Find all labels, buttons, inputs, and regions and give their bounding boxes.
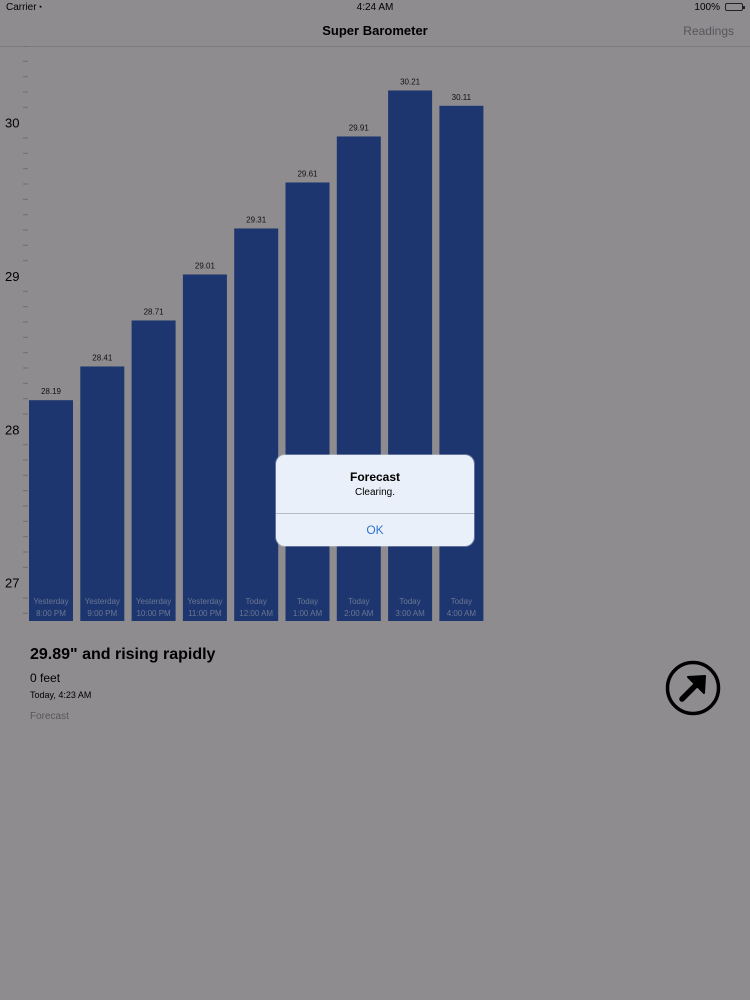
- bar-category-time: 1:00 AM: [293, 609, 323, 618]
- bar-category-day: Yesterday: [33, 597, 68, 606]
- chart-bar: [285, 182, 330, 621]
- y-tick-label: 28: [5, 422, 19, 437]
- altitude-reading: 0 feet: [30, 671, 61, 685]
- bar-value-label: 29.61: [297, 169, 318, 178]
- bar-value-label: 28.41: [92, 353, 113, 362]
- bar-category-day: Today: [246, 597, 267, 606]
- bar-value-label: 29.01: [195, 261, 216, 270]
- bar-category-day: Yesterday: [136, 597, 171, 606]
- forecast-link[interactable]: Forecast: [30, 711, 69, 722]
- bar-value-label: 30.21: [400, 77, 421, 86]
- bar-category-day: Today: [451, 597, 472, 606]
- battery-percent: 100%: [694, 2, 720, 13]
- page-title: Super Barometer: [322, 23, 428, 38]
- status-bar: Carrier ◔ 4:24 AM 100%: [0, 0, 750, 16]
- reading-timestamp: Today, 4:23 AM: [30, 690, 92, 700]
- status-time: 4:24 AM: [356, 2, 394, 13]
- bar-category-day: Today: [348, 597, 369, 606]
- bar-value-label: 29.31: [246, 215, 267, 224]
- bar-value-label: 29.91: [349, 123, 370, 132]
- chart-bar: [80, 366, 125, 621]
- navigation-bar: Super Barometer Readings: [0, 16, 750, 47]
- chart-bar: [131, 320, 176, 621]
- bar-category-time: 3:00 AM: [395, 609, 425, 618]
- y-tick-label: 30: [5, 116, 19, 131]
- bar-value-label: 30.11: [452, 93, 472, 102]
- alert-message: Clearing.: [354, 487, 396, 498]
- bar-category-time: 9:00 PM: [87, 609, 117, 618]
- bar-category-time: 11:00 PM: [188, 609, 222, 618]
- bar-category-day: Today: [399, 597, 420, 606]
- bar-value-label: 28.19: [41, 387, 62, 396]
- bar-category-day: Today: [297, 597, 318, 606]
- chart-bar: [336, 136, 381, 621]
- alert-title: Forecast: [349, 470, 401, 484]
- chart-bar: [29, 400, 73, 621]
- y-axis: 27 28 29 30: [5, 46, 28, 614]
- y-tick-label: 27: [5, 576, 19, 591]
- bar-category-time: 8:00 PM: [36, 609, 66, 618]
- forecast-alert: Forecast Clearing. OK: [276, 455, 474, 546]
- bar-category-day: Yesterday: [187, 597, 222, 606]
- alert-ok-button[interactable]: OK: [276, 514, 474, 546]
- y-tick-label: 29: [5, 269, 19, 284]
- bar-category-time: 10:00 PM: [136, 609, 171, 618]
- bar-category-time: 12:00 AM: [239, 609, 273, 618]
- chart-bar: [182, 274, 227, 621]
- battery-icon: [725, 3, 745, 11]
- bar-category-time: 2:00 AM: [344, 609, 374, 618]
- chart-bar: [234, 228, 279, 621]
- bar-category-day: Yesterday: [85, 597, 120, 606]
- bar-category-time: 4:00 AM: [447, 609, 477, 618]
- readings-button[interactable]: Readings: [683, 24, 734, 38]
- pressure-reading: 29.89" and rising rapidly: [30, 646, 216, 663]
- arrow-up-right-circle-icon[interactable]: [665, 660, 721, 716]
- bar-value-label: 28.71: [144, 307, 165, 316]
